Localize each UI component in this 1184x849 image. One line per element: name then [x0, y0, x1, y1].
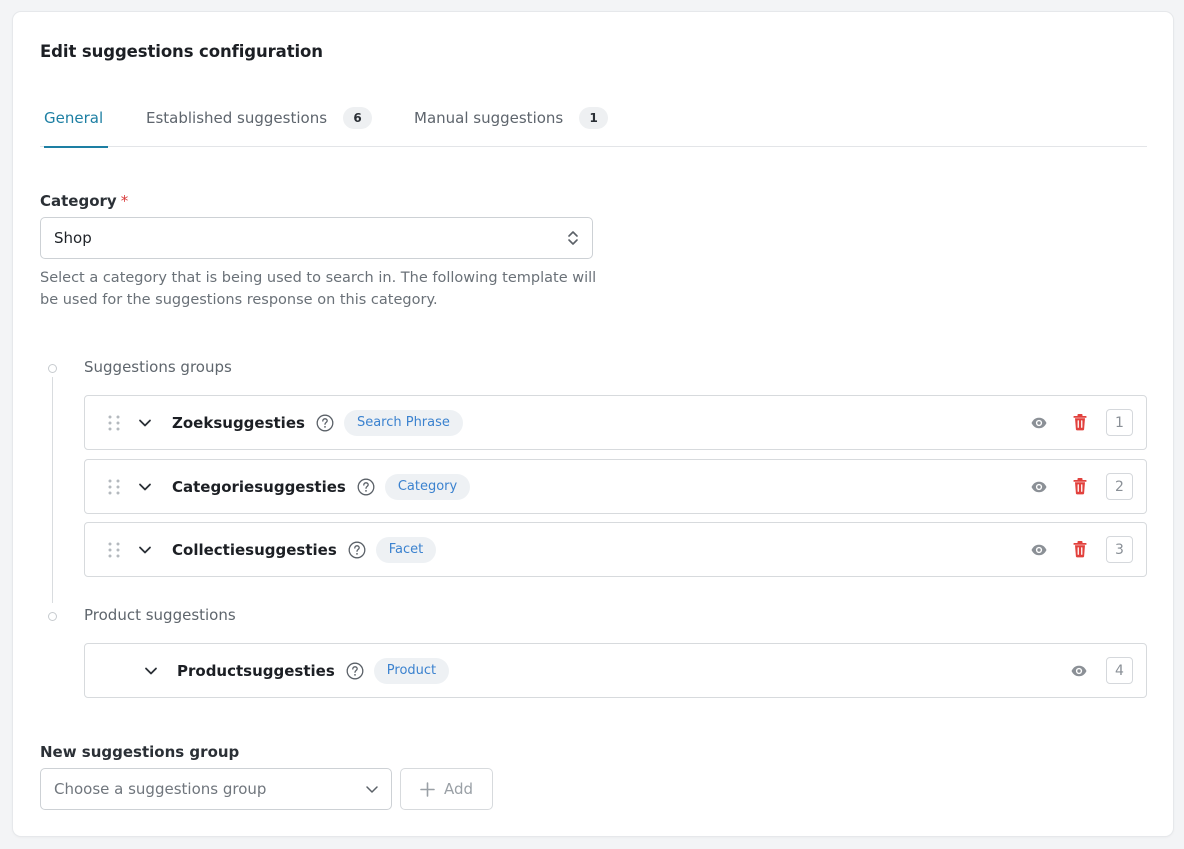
chevron-down-icon — [366, 786, 378, 793]
tab-general-label: General — [44, 108, 104, 127]
question-mark-icon[interactable] — [316, 414, 334, 432]
group-type-tag: Facet — [375, 536, 437, 563]
new-group-select[interactable]: Choose a suggestions group — [40, 768, 392, 810]
category-label-text: Category — [40, 192, 117, 210]
order-input[interactable]: 4 — [1106, 657, 1133, 684]
group-row-zoeksuggesties: Zoeksuggesties Search Phrase 1 — [84, 395, 1147, 450]
group-type-tag: Search Phrase — [343, 409, 463, 436]
group-title: Collectiesuggesties Facet — [172, 523, 437, 576]
group-name: Productsuggesties — [177, 661, 335, 680]
tab-established-suggestions[interactable]: Established suggestions 6 — [146, 88, 373, 147]
drag-handle-icon[interactable] — [107, 415, 121, 431]
edit-suggestions-card: Edit suggestions configuration General E… — [13, 12, 1173, 836]
new-group-label: New suggestions group — [40, 743, 240, 761]
product-suggestions-heading: Product suggestions — [84, 606, 236, 624]
group-title: Productsuggesties Product — [177, 644, 450, 697]
order-input[interactable]: 1 — [1106, 409, 1133, 436]
eye-icon[interactable] — [1070, 662, 1088, 680]
manual-count-badge: 1 — [579, 106, 609, 129]
established-count-badge: 6 — [343, 106, 373, 129]
group-name: Collectiesuggesties — [172, 540, 337, 559]
chevron-down-icon[interactable] — [138, 480, 152, 494]
question-mark-icon[interactable] — [357, 478, 375, 496]
tab-established-label: Established suggestions — [146, 108, 328, 127]
chevron-down-icon[interactable] — [144, 664, 158, 678]
category-select-value: Shop — [54, 229, 92, 247]
drag-handle-icon[interactable] — [107, 542, 121, 558]
eye-icon[interactable] — [1030, 478, 1048, 496]
group-name: Zoeksuggesties — [172, 413, 305, 432]
eye-icon[interactable] — [1030, 414, 1048, 432]
drag-handle-icon[interactable] — [107, 479, 121, 495]
timeline-dot — [48, 364, 57, 373]
up-down-chevron-icon — [568, 231, 578, 245]
group-name: Categoriesuggesties — [172, 477, 346, 496]
category-help-text: Select a category that is being used to … — [40, 270, 597, 308]
page-title: Edit suggestions configuration — [40, 42, 323, 61]
add-button-label: Add — [443, 780, 474, 798]
trash-icon[interactable] — [1072, 477, 1088, 495]
tab-bar: General Established suggestions 6 Manual… — [40, 88, 1147, 148]
eye-icon[interactable] — [1030, 541, 1048, 559]
question-mark-icon[interactable] — [348, 541, 366, 559]
chevron-down-icon[interactable] — [138, 416, 152, 430]
group-row-categoriesuggesties: Categoriesuggesties Category 2 — [84, 459, 1147, 514]
new-group-placeholder: Choose a suggestions group — [54, 780, 267, 798]
order-input[interactable]: 3 — [1106, 536, 1133, 563]
category-select[interactable]: Shop — [40, 217, 593, 259]
group-title: Zoeksuggesties Search Phrase — [172, 396, 463, 449]
group-type-tag: Product — [373, 657, 450, 684]
chevron-down-icon[interactable] — [138, 543, 152, 557]
timeline-dot — [48, 612, 57, 621]
order-input[interactable]: 2 — [1106, 473, 1133, 500]
timeline-line — [52, 377, 53, 603]
trash-icon[interactable] — [1072, 413, 1088, 431]
plus-icon — [420, 781, 435, 797]
group-title: Categoriesuggesties Category — [172, 460, 471, 513]
required-mark: * — [120, 192, 129, 210]
group-row-productsuggesties: Productsuggesties Product 4 — [84, 643, 1147, 698]
tab-general[interactable]: General — [44, 88, 109, 148]
question-mark-icon[interactable] — [346, 662, 364, 680]
add-group-button[interactable]: Add — [400, 768, 493, 810]
group-type-tag: Category — [384, 473, 471, 500]
category-label: Category * — [40, 192, 128, 210]
trash-icon[interactable] — [1072, 540, 1088, 558]
suggestions-groups-heading: Suggestions groups — [84, 358, 232, 376]
group-row-collectiesuggesties: Collectiesuggesties Facet 3 — [84, 522, 1147, 577]
tab-manual-label: Manual suggestions — [414, 108, 564, 127]
tab-manual-suggestions[interactable]: Manual suggestions 1 — [414, 88, 609, 147]
